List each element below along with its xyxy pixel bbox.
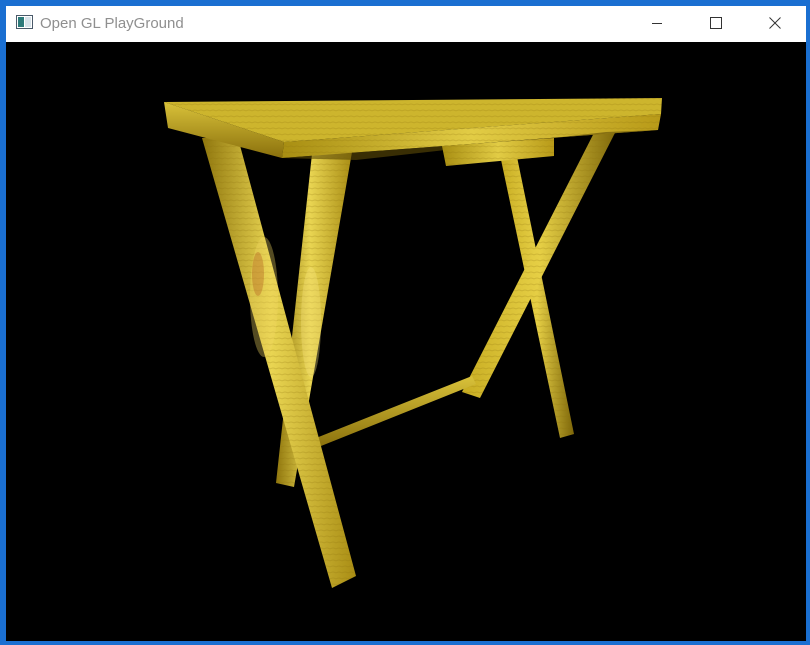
window-app-icon (16, 15, 33, 29)
minimize-icon (652, 23, 662, 24)
front-right-leg (462, 125, 618, 398)
app-window: Open GL PlayGround (0, 0, 810, 645)
maximize-button[interactable] (687, 6, 745, 40)
table-render (164, 98, 662, 588)
close-button[interactable] (746, 6, 804, 40)
cross-bar (311, 376, 476, 448)
title-bar[interactable]: Open GL PlayGround (6, 6, 806, 42)
minimize-button[interactable] (628, 6, 686, 40)
maximize-icon (710, 17, 722, 29)
window-title: Open GL PlayGround (40, 15, 184, 32)
opengl-viewport[interactable] (6, 42, 806, 641)
close-icon (769, 17, 781, 29)
